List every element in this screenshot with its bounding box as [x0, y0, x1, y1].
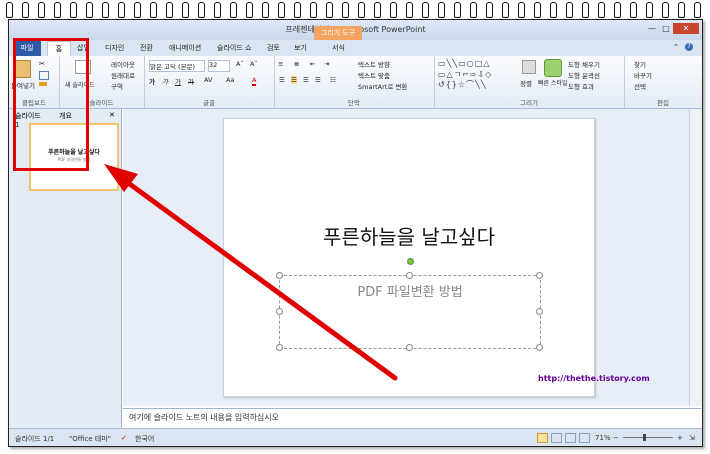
annotation-arrow-icon	[104, 164, 398, 381]
